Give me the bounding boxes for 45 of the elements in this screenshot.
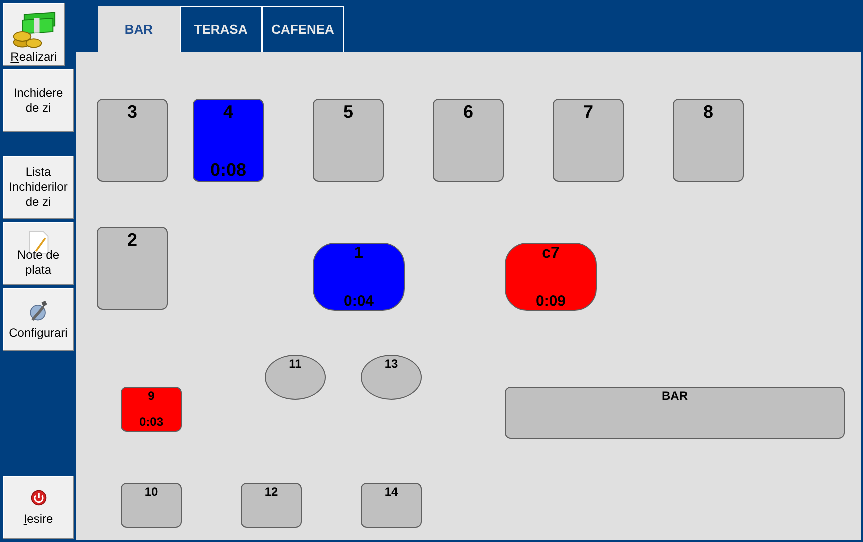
table-time: 0:09 [536, 293, 566, 310]
table-button[interactable]: 2 [97, 227, 168, 310]
table-button[interactable]: 13 [361, 355, 422, 400]
table-number: c7 [542, 245, 560, 263]
tab[interactable]: BAR [98, 6, 180, 52]
tab[interactable]: CAFENEA [262, 6, 344, 52]
table-number: 8 [703, 102, 714, 123]
table-number: 4 [223, 102, 234, 123]
table-button[interactable]: 10 [121, 483, 182, 528]
table-button[interactable]: c7 0:09 [505, 243, 597, 311]
table-number: 12 [264, 485, 278, 499]
table-button[interactable]: 14 [361, 483, 422, 528]
table-number: 5 [343, 102, 354, 123]
table-button[interactable]: 6 [433, 99, 504, 182]
sidebar-button[interactable]: Lista Inchiderilor de zi [3, 156, 74, 219]
table-button[interactable]: 5 [313, 99, 384, 182]
table-number: 7 [583, 102, 594, 123]
table-number: BAR [662, 389, 688, 403]
tab[interactable]: TERASA [180, 6, 262, 52]
sidebar-button[interactable]: Configurari [3, 288, 74, 351]
table-number: 13 [384, 357, 398, 371]
table-button[interactable]: 3 [97, 99, 168, 182]
table-time: 0:04 [344, 293, 374, 310]
table-button[interactable]: 7 [553, 99, 624, 182]
table-number: 14 [384, 485, 398, 499]
table-number: 1 [354, 245, 364, 263]
table-number: 2 [127, 230, 138, 251]
table-number: 11 [289, 357, 302, 371]
table-time: 0:03 [139, 415, 164, 429]
table-button[interactable]: BAR [505, 387, 845, 439]
power-icon [30, 488, 48, 506]
sidebar-button[interactable]: Realizari [3, 3, 65, 66]
table-button[interactable]: 9 0:03 [121, 387, 182, 432]
table-number: 6 [463, 102, 474, 123]
sidebar-button[interactable]: Note de plata [3, 222, 74, 285]
table-button[interactable]: 8 [673, 99, 744, 182]
table-number: 3 [127, 102, 138, 123]
table-button[interactable]: 11 [265, 355, 326, 400]
table-number: 10 [144, 485, 158, 499]
table-number: 9 [148, 389, 155, 403]
sidebar-button[interactable]: Iesire [3, 476, 74, 539]
money-icon [11, 10, 57, 50]
table-time: 0:08 [210, 160, 247, 181]
table-button[interactable]: 12 [241, 483, 302, 528]
sidebar-button[interactable]: Inchidere de zi [3, 69, 74, 132]
